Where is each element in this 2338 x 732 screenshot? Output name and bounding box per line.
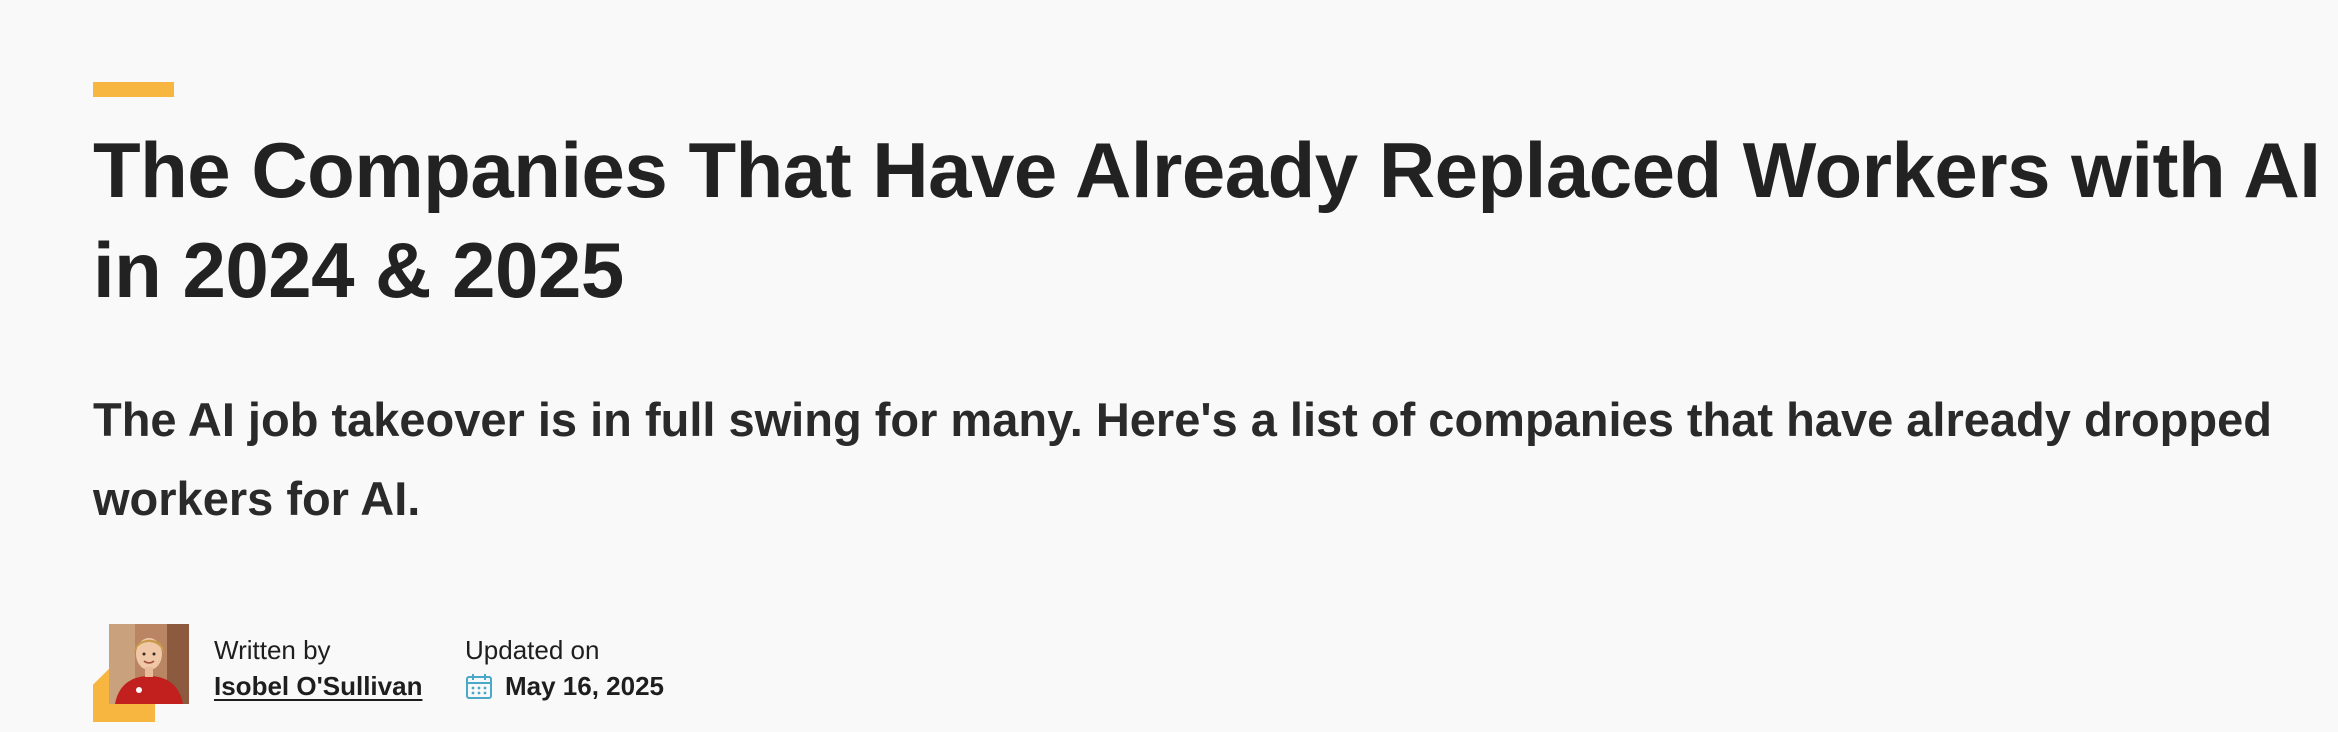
article-header: The Companies That Have Already Replaced…: [0, 0, 2338, 732]
article-subtitle: The AI job takeover is in full swing for…: [93, 393, 2272, 525]
calendar-icon: [465, 672, 493, 700]
article-meta: Written by Isobel O'Sullivan Updated on: [93, 624, 993, 724]
updated-value: May 16, 2025: [465, 670, 664, 702]
title-accent-bar: [93, 82, 174, 97]
updated-block: Updated on May 16, 2025: [465, 634, 664, 702]
author-name-link[interactable]: Isobel O'Sullivan: [214, 670, 422, 702]
avatar-image: [109, 624, 189, 704]
article-title: The Companies That Have Already Replaced…: [93, 126, 2321, 314]
author-value: Isobel O'Sullivan: [214, 670, 422, 702]
updated-on-label: Updated on: [465, 635, 600, 665]
author-avatar-wrap: [93, 624, 193, 724]
author-block: Written by Isobel O'Sullivan: [214, 634, 422, 702]
author-avatar[interactable]: [109, 624, 189, 704]
written-by-label: Written by: [214, 635, 331, 665]
updated-date: May 16, 2025: [505, 671, 665, 701]
